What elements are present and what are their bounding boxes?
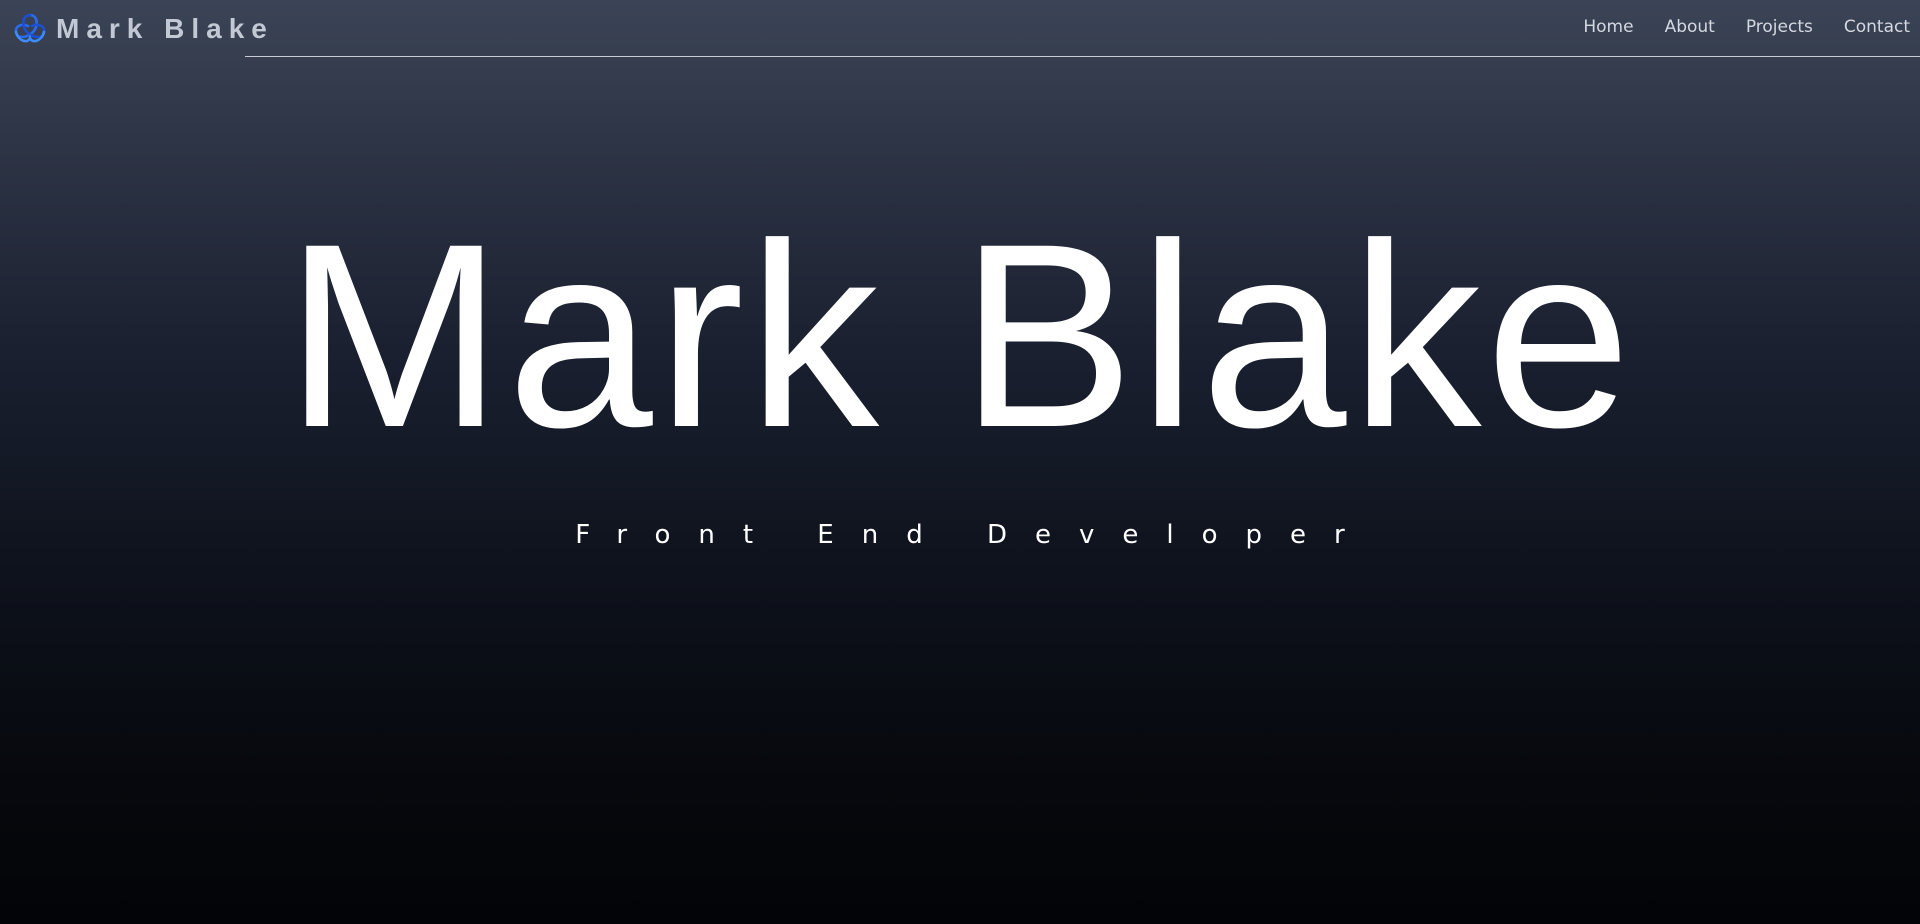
navbar: Mark Blake Home About Projects Contact: [0, 0, 1920, 58]
nav-link-contact[interactable]: Contact: [1813, 17, 1910, 37]
nav-links: Home About Projects Contact: [1552, 17, 1910, 37]
nav-link-projects[interactable]: Projects: [1715, 17, 1813, 37]
navbar-divider: [245, 56, 1920, 57]
brand-name: Mark Blake: [56, 13, 274, 44]
trefoil-knot-icon: [14, 13, 46, 43]
nav-link-home[interactable]: Home: [1552, 17, 1633, 37]
nav-link-about[interactable]: About: [1634, 17, 1715, 37]
hero-subtitle: Front End Developer: [575, 520, 1373, 550]
hero-title: Mark Blake: [284, 189, 1636, 482]
brand-logo-link[interactable]: Mark Blake: [12, 10, 274, 48]
